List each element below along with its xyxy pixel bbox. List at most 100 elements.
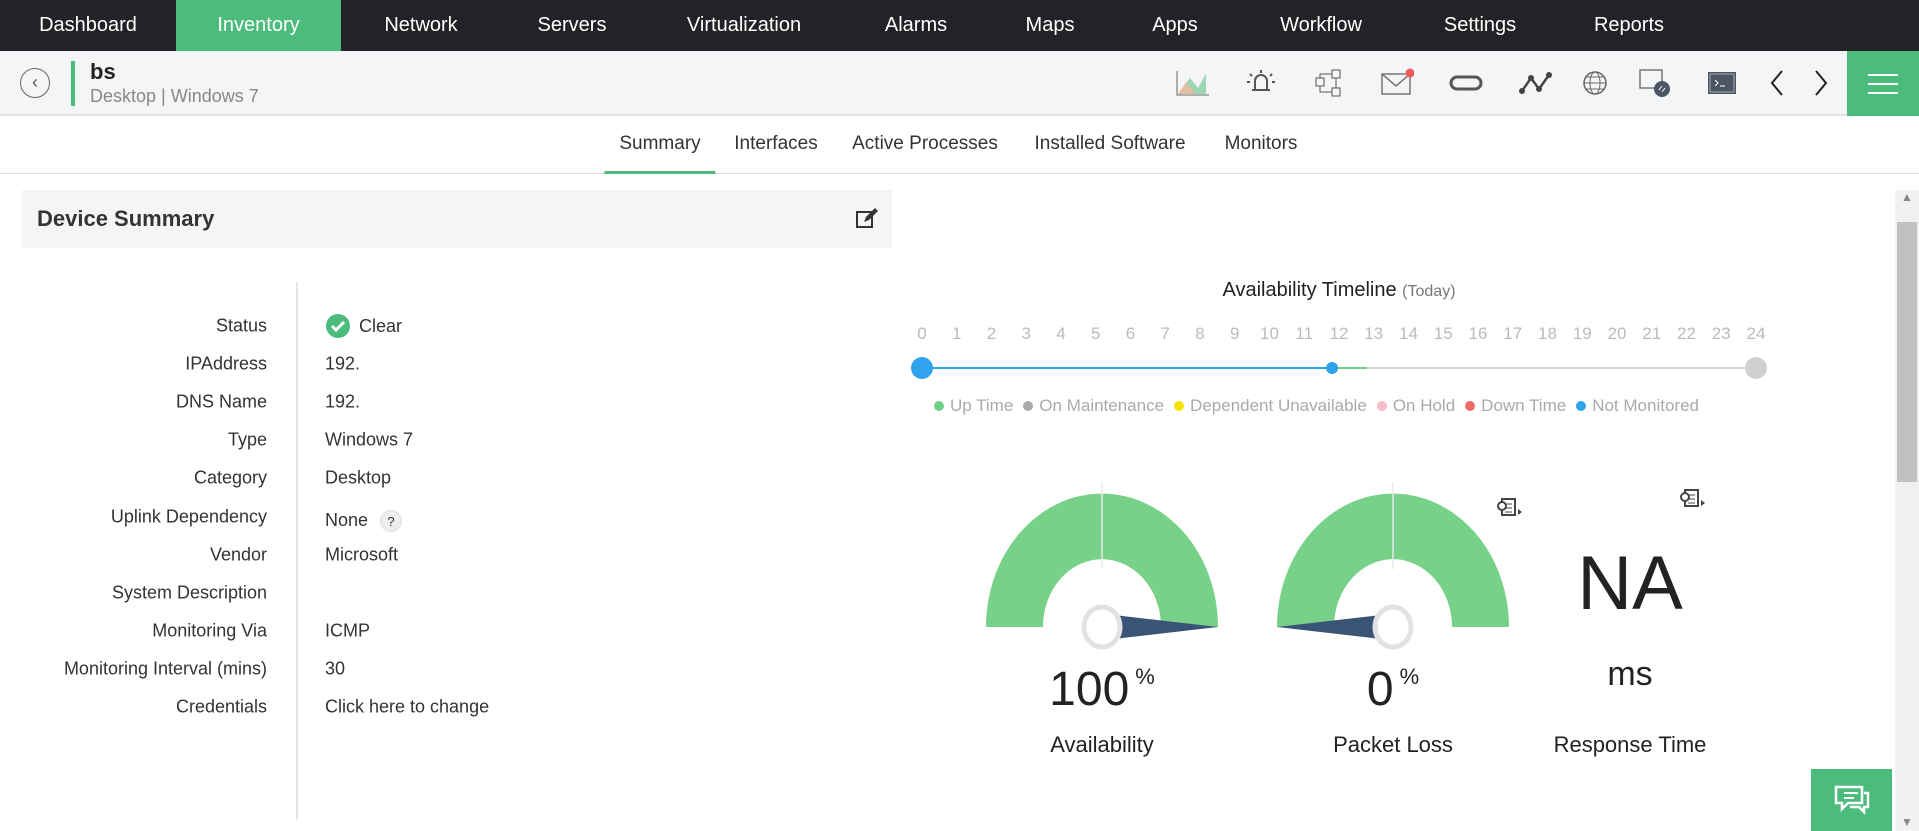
hour-tick: 14 <box>1399 324 1418 343</box>
remote-desktop-icon[interactable] <box>1638 66 1672 100</box>
nav-inventory[interactable]: Inventory <box>176 0 341 51</box>
availability-timeline <box>911 357 1767 379</box>
tab-installed-software[interactable]: Installed Software <box>1019 116 1200 174</box>
edit-icon[interactable] <box>854 206 880 232</box>
nav-settings[interactable]: Settings <box>1444 0 1516 51</box>
nav-workflow[interactable]: Workflow <box>1280 0 1362 51</box>
legend-item[interactable]: On Maintenance <box>1023 396 1164 416</box>
legend-item[interactable]: Not Monitored <box>1576 396 1699 416</box>
status-bar <box>71 61 75 106</box>
legend-dot <box>1174 401 1185 411</box>
type-value: Windows 7 <box>325 430 413 451</box>
response-time-value: NA <box>1577 541 1683 626</box>
legend-label: On Hold <box>1392 396 1456 415</box>
legend-dot <box>1465 401 1476 411</box>
hour-tick: 0 <box>917 324 927 343</box>
dns-name-value: 192. <box>325 392 360 413</box>
hour-tick: 6 <box>1125 324 1136 343</box>
hour-tick: 16 <box>1468 324 1488 343</box>
legend-dot <box>1576 401 1587 411</box>
tab-active-processes[interactable]: Active Processes <box>837 116 1013 174</box>
gauge-availability <box>986 482 1218 650</box>
nav-maps[interactable]: Maps <box>1026 0 1075 51</box>
hour-tick: 20 <box>1607 324 1627 343</box>
check-circle-icon <box>326 314 350 338</box>
legend-dot <box>1023 401 1034 411</box>
nav-reports[interactable]: Reports <box>1594 0 1664 51</box>
gauge-value: 0% <box>1367 662 1419 717</box>
chat-icon <box>1834 785 1869 816</box>
credentials-text: Click here to change <box>325 696 490 717</box>
legend-dot <box>934 401 944 411</box>
scrollbar-thumb[interactable] <box>1897 222 1917 482</box>
back-button[interactable]: ‹ <box>20 68 50 98</box>
gauge-unit: % <box>1399 664 1420 689</box>
graph-icon[interactable] <box>1176 66 1210 100</box>
nav-alarms[interactable]: Alarms <box>885 0 947 51</box>
credentials-value[interactable]: Click here to change <box>325 697 489 718</box>
hour-tick: 9 <box>1230 324 1240 343</box>
tab-summary[interactable]: Summary <box>604 116 716 174</box>
mail-icon[interactable] <box>1380 66 1414 100</box>
timeline-end-marker <box>1745 357 1767 379</box>
hour-tick: 12 <box>1329 324 1349 343</box>
terminal-icon[interactable] <box>1705 66 1739 100</box>
previous-icon[interactable] <box>1760 66 1794 100</box>
hour-tick: 5 <box>1091 324 1101 343</box>
alarm-bell-icon[interactable] <box>1244 66 1278 100</box>
hour-tick: 4 <box>1056 324 1066 343</box>
tab-interfaces[interactable]: Interfaces <box>719 116 832 174</box>
legend-item[interactable]: Dependent Unavailable <box>1174 396 1367 416</box>
path-icon[interactable] <box>1519 66 1553 100</box>
status-text: Clear <box>359 315 403 336</box>
monitoring-interval-mins-text: 30 <box>325 658 346 679</box>
nav-apps[interactable]: Apps <box>1152 0 1198 51</box>
gauge-number: 100 <box>1049 663 1130 716</box>
credentials-label: Credentials <box>175 696 267 717</box>
hour-tick: 2 <box>986 324 997 343</box>
legend-item[interactable]: Down Time <box>1465 396 1566 416</box>
legend-item[interactable]: On Hold <box>1376 396 1456 416</box>
status-label: Status <box>215 315 267 336</box>
nav-virtualization[interactable]: Virtualization <box>687 0 801 51</box>
tab-bar: Summary Interfaces Active Processes Install… <box>0 116 1919 174</box>
timeline-title: Availability Timeline (Today) <box>1222 279 1455 302</box>
report-icon[interactable] <box>1497 497 1523 519</box>
chat-button[interactable] <box>1811 769 1892 831</box>
gauge-hub <box>1372 604 1414 650</box>
legend-item[interactable]: Up Time <box>934 396 1013 416</box>
sync-icon[interactable] <box>1449 66 1483 100</box>
timeline-current-marker <box>1326 362 1339 374</box>
hour-tick: 7 <box>1160 324 1170 343</box>
nav-network[interactable]: Network <box>384 0 457 51</box>
monitoring-interval-mins-value: 30 <box>325 658 345 679</box>
gauge-unit: % <box>1135 664 1155 689</box>
globe-icon[interactable] <box>1578 66 1612 100</box>
device-name: bs <box>90 59 116 84</box>
gauge-value: 100% <box>1049 662 1155 717</box>
workflow-icon[interactable] <box>1312 66 1346 100</box>
scrollbar[interactable]: ▲ ▼ <box>1895 190 1919 831</box>
timeline-legend: Up Time On Maintenance Dependent Unavailab… <box>934 396 1699 416</box>
legend-dot <box>1376 401 1387 411</box>
report-icon[interactable] <box>1680 488 1706 510</box>
type-label: Type <box>227 429 267 450</box>
gauge-label: Packet Loss <box>1333 732 1453 757</box>
legend-label: On Maintenance <box>1039 396 1165 415</box>
monitoring-interval-mins-label: Monitoring Interval (mins) <box>63 658 267 679</box>
nav-servers[interactable]: Servers <box>538 0 607 51</box>
device-summary-header: Device Summary <box>22 190 892 248</box>
gauge-number: 0 <box>1366 663 1394 716</box>
menu-icon[interactable] <box>1847 51 1919 116</box>
nav-dashboard[interactable]: Dashboard <box>39 0 137 51</box>
status-value: Clear <box>325 313 402 339</box>
top-navigation: Dashboard Inventory Network Servers Virtuali… <box>0 0 1919 51</box>
response-time-unit: ms <box>1607 655 1653 693</box>
hour-tick: 15 <box>1433 324 1453 343</box>
tab-monitors[interactable]: Monitors <box>1210 116 1313 174</box>
hour-tick: 23 <box>1711 324 1731 343</box>
dns-name-label: DNS Name <box>175 391 267 412</box>
hour-tick: 1 <box>952 324 962 343</box>
hour-tick: 22 <box>1677 324 1696 343</box>
next-icon[interactable] <box>1804 66 1838 100</box>
